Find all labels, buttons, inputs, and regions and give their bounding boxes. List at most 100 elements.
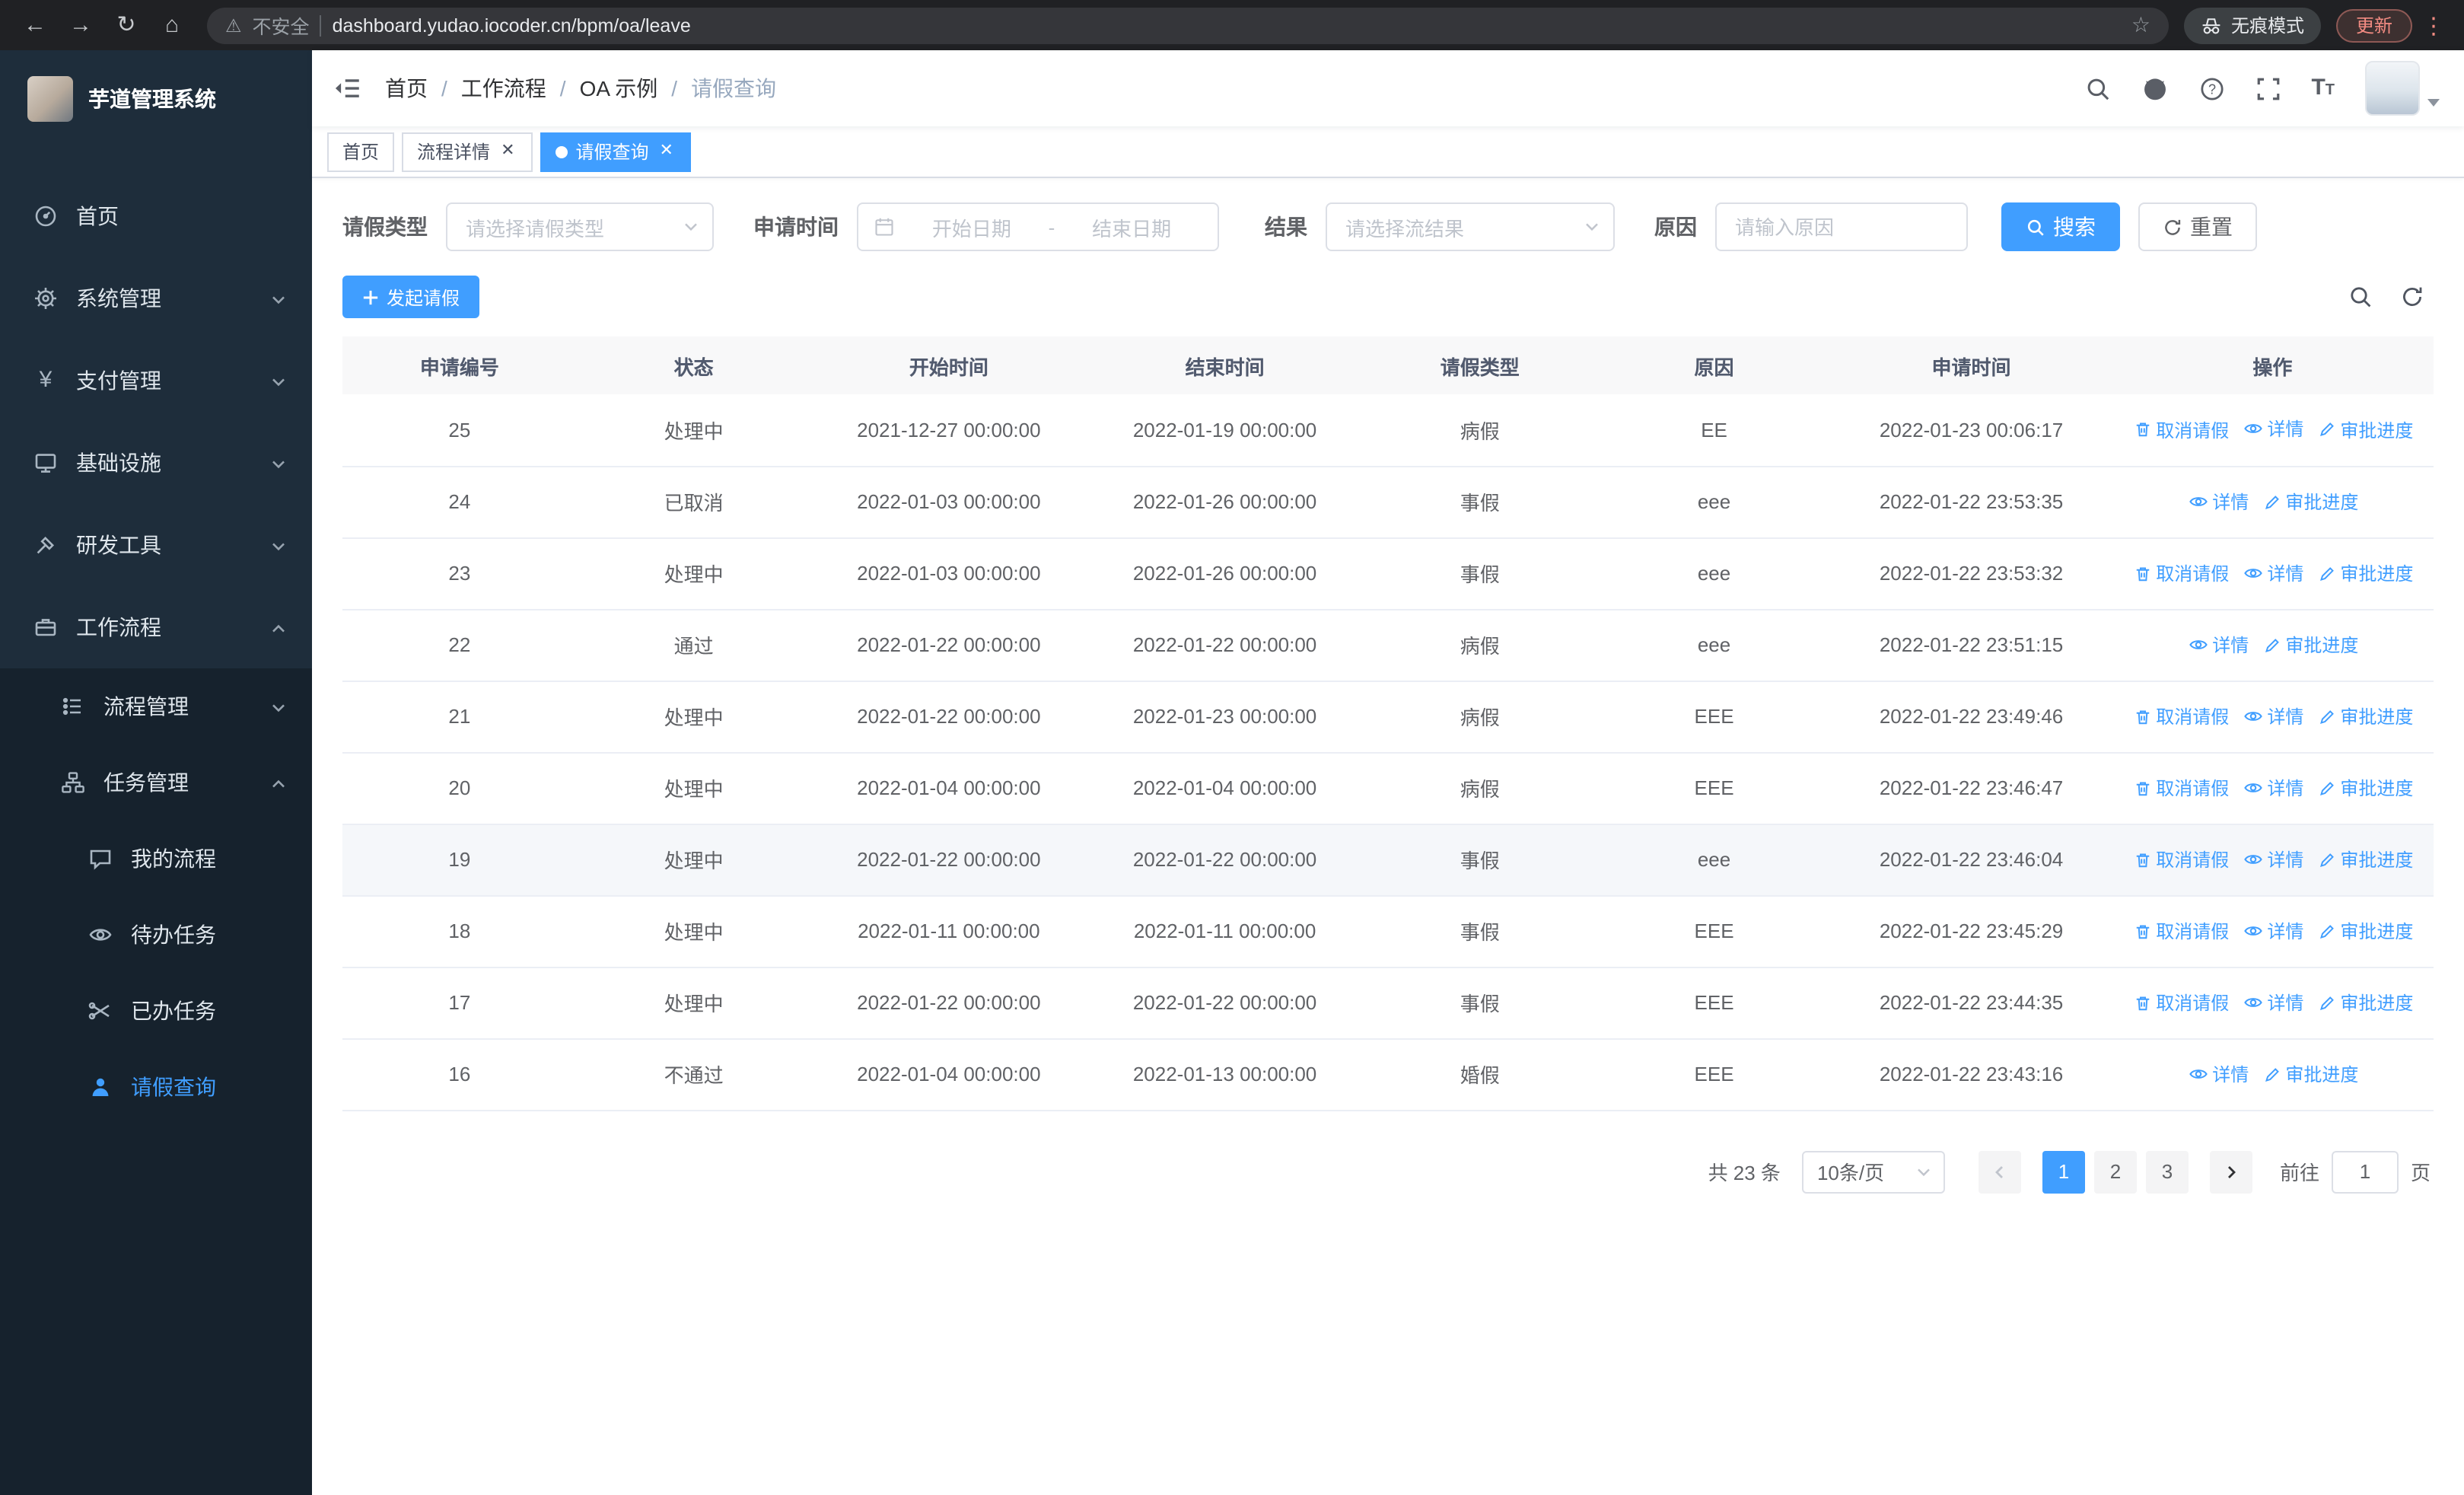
detail-link[interactable]: 详情 — [2243, 774, 2303, 800]
detail-link[interactable]: 详情 — [2243, 703, 2303, 728]
approval-progress-link[interactable]: 审批进度 — [2262, 489, 2358, 515]
cancel-leave-link[interactable]: 取消请假 — [2133, 990, 2229, 1015]
detail-link[interactable]: 详情 — [2243, 416, 2303, 442]
start-date-placeholder: 开始日期 — [931, 217, 1011, 240]
cell-end: 2022-01-22 00:00:00 — [1087, 967, 1363, 1039]
cell-applied: 2022-01-22 23:45:29 — [1831, 895, 2112, 967]
tabs-bar: 首页 流程详情 ✕ 请假查询 ✕ — [312, 126, 2464, 178]
sidebar-item-task-management[interactable]: 任务管理 — [0, 744, 312, 821]
cell-id: 17 — [342, 967, 577, 1039]
sidebar-item-leave-query[interactable]: 请假查询 — [0, 1049, 312, 1125]
cancel-leave-link[interactable]: 取消请假 — [2133, 417, 2229, 443]
browser-reload-button[interactable]: ↻ — [107, 0, 146, 50]
detail-link[interactable]: 详情 — [2188, 1060, 2249, 1086]
detail-link[interactable]: 详情 — [2243, 846, 2303, 872]
sidebar-item-process-management[interactable]: 流程管理 — [0, 668, 312, 744]
browser-back-button[interactable]: ← — [15, 0, 55, 50]
approval-progress-link[interactable]: 审批进度 — [2262, 1061, 2358, 1087]
sidebar-item-payment[interactable]: ¥ 支付管理 — [0, 339, 312, 422]
cell-start: 2022-01-22 00:00:00 — [810, 681, 1087, 753]
filter-label-result: 结果 — [1265, 215, 1307, 239]
sidebar-item-home[interactable]: 首页 — [0, 175, 312, 257]
sidebar-item-infrastructure[interactable]: 基础设施 — [0, 422, 312, 504]
approval-progress-link[interactable]: 审批进度 — [2262, 632, 2358, 658]
browser-menu-icon[interactable]: ⋮ — [2418, 11, 2449, 39]
cancel-leave-link[interactable]: 取消请假 — [2133, 703, 2229, 729]
tab-home[interactable]: 首页 — [327, 132, 395, 171]
sidebar-item-label: 支付管理 — [76, 368, 161, 393]
help-icon[interactable]: ? — [2198, 75, 2224, 101]
refresh-icon[interactable] — [2400, 285, 2424, 309]
apply-time-range-picker[interactable]: 开始日期 - 结束日期 — [857, 202, 1219, 251]
prev-page-button[interactable] — [1978, 1150, 2021, 1193]
search-icon[interactable] — [2084, 75, 2110, 101]
detail-link[interactable]: 详情 — [2243, 917, 2303, 943]
reason-input[interactable] — [1715, 202, 1968, 251]
create-leave-button[interactable]: 发起请假 — [342, 276, 480, 318]
close-icon[interactable]: ✕ — [657, 142, 676, 161]
cell-start: 2022-01-22 00:00:00 — [810, 824, 1087, 896]
tab-process-detail[interactable]: 流程详情 ✕ — [402, 132, 533, 171]
sidebar-item-done-tasks[interactable]: 已办任务 — [0, 973, 312, 1049]
cell-actions: 详情 审批进度 — [2111, 466, 2434, 538]
cancel-leave-link[interactable]: 取消请假 — [2133, 846, 2229, 872]
browser-update-button[interactable]: 更新 — [2335, 8, 2412, 42]
breadcrumb-item[interactable]: 首页 — [385, 73, 428, 104]
user-avatar — [2365, 61, 2420, 116]
approval-progress-link[interactable]: 审批进度 — [2317, 918, 2413, 944]
sidebar-fold-icon[interactable] — [333, 75, 361, 102]
user-menu[interactable] — [2365, 61, 2440, 116]
detail-link[interactable]: 详情 — [2188, 488, 2249, 514]
next-page-button[interactable] — [2209, 1150, 2252, 1193]
fullscreen-icon[interactable] — [2255, 75, 2281, 101]
leave-type-select[interactable]: 请选择请假类型 — [446, 202, 714, 251]
address-bar[interactable]: ⚠ 不安全 dashboard.yudao.iocoder.cn/bpm/oa/… — [207, 7, 2169, 43]
detail-link[interactable]: 详情 — [2243, 989, 2303, 1015]
toggle-search-icon[interactable] — [2348, 285, 2373, 309]
browser-home-button[interactable]: ⌂ — [152, 0, 192, 50]
dashboard-icon — [33, 204, 58, 228]
security-label[interactable]: 不安全 — [253, 11, 310, 40]
github-icon[interactable] — [2141, 75, 2168, 102]
sidebar-item-my-processes[interactable]: 我的流程 — [0, 821, 312, 897]
approval-progress-link[interactable]: 审批进度 — [2317, 990, 2413, 1015]
approval-progress-link[interactable]: 审批进度 — [2317, 560, 2413, 586]
sidebar-item-devtools[interactable]: 研发工具 — [0, 504, 312, 586]
detail-link[interactable]: 详情 — [2243, 559, 2303, 585]
page-button-2[interactable]: 2 — [2093, 1150, 2137, 1193]
sidebar-item-todo-tasks[interactable]: 待办任务 — [0, 897, 312, 973]
approval-progress-link[interactable]: 审批进度 — [2317, 775, 2413, 801]
cancel-leave-link[interactable]: 取消请假 — [2133, 918, 2229, 944]
breadcrumb-item[interactable]: 工作流程 — [461, 73, 546, 104]
approval-progress-link[interactable]: 审批进度 — [2317, 846, 2413, 872]
cancel-leave-link[interactable]: 取消请假 — [2133, 560, 2229, 586]
close-icon[interactable]: ✕ — [498, 142, 517, 161]
tab-leave-query[interactable]: 请假查询 ✕ — [540, 132, 692, 171]
column-header: 申请编号 — [342, 336, 577, 394]
table-row: 24 已取消 2022-01-03 00:00:00 2022-01-26 00:00… — [342, 466, 2434, 538]
search-button[interactable]: 搜索 — [2001, 202, 2120, 251]
done-tasks-icon — [88, 999, 113, 1023]
breadcrumb-item[interactable]: OA 示例 — [580, 73, 658, 104]
cell-actions: 取消请假 详情 审批进度 — [2111, 967, 2434, 1039]
approval-progress-link[interactable]: 审批进度 — [2317, 703, 2413, 729]
app-logo[interactable]: 芋道管理系统 — [0, 50, 312, 148]
detail-link[interactable]: 详情 — [2188, 631, 2249, 657]
cell-status: 处理中 — [576, 752, 811, 824]
font-size-icon[interactable]: TT — [2311, 76, 2335, 100]
result-select[interactable]: 请选择流结果 — [1326, 202, 1615, 251]
approval-progress-link[interactable]: 审批进度 — [2317, 417, 2413, 443]
leave-table: 申请编号 状态 开始时间 结束时间 请假类型 原因 申请时间 操作 25 处理中 2021-12-… — [342, 336, 2434, 1111]
sidebar-item-system[interactable]: 系统管理 — [0, 257, 312, 339]
reset-button[interactable]: 重置 — [2138, 202, 2257, 251]
url-text[interactable]: dashboard.yudao.iocoder.cn/bpm/oa/leave — [333, 14, 2121, 36]
goto-page-input[interactable] — [2331, 1150, 2399, 1193]
page-size-select[interactable]: 10条/页 — [1801, 1150, 1945, 1193]
bookmark-star-icon[interactable]: ☆ — [2131, 12, 2150, 38]
page-button-3[interactable]: 3 — [2145, 1150, 2189, 1193]
sidebar-item-workflow[interactable]: 工作流程 — [0, 586, 312, 668]
browser-forward-button[interactable]: → — [61, 0, 100, 50]
chevron-down-icon — [269, 289, 288, 314]
cancel-leave-link[interactable]: 取消请假 — [2133, 775, 2229, 801]
page-button-1[interactable]: 1 — [2042, 1150, 2085, 1193]
